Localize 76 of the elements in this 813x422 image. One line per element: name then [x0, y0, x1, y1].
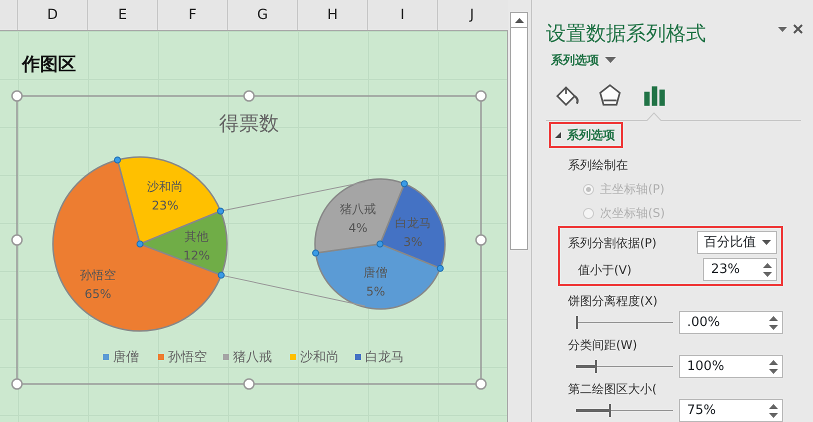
field-label: 值小于(V) [578, 262, 632, 278]
chart-title: 得票数 [219, 111, 279, 135]
scroll-up-button[interactable] [510, 12, 528, 28]
caret-icon[interactable] [762, 240, 771, 245]
column-header[interactable]: F [158, 0, 228, 30]
pie-slice[interactable] [52, 159, 222, 332]
resize-handle[interactable] [243, 378, 255, 390]
dropdown[interactable]: 百分比值 [697, 231, 777, 254]
resize-handle[interactable] [475, 378, 487, 390]
selection-point[interactable] [218, 272, 225, 279]
field-label: 系列分割依据(P) [568, 234, 657, 252]
slider-thumb[interactable] [608, 404, 611, 417]
spin-field[interactable]: 100% [679, 355, 783, 378]
selection-point[interactable] [136, 240, 144, 248]
field-value: 100% [687, 358, 724, 376]
legend-label: 唐僧 [113, 350, 139, 365]
spin-arrows-icon[interactable] [769, 316, 778, 330]
resize-handle[interactable] [11, 234, 23, 246]
spin-arrows-icon[interactable] [769, 404, 778, 418]
slider-thumb[interactable] [595, 360, 598, 373]
dropdown-value: 百分比值 [704, 234, 756, 252]
chart-area-label: 作图区 [22, 53, 76, 77]
radio-label: 次坐标轴(S) [600, 205, 665, 222]
plot-area-frame[interactable] [16, 95, 482, 385]
legend-label: 猪八戒 [233, 350, 272, 365]
resize-handle[interactable] [11, 90, 23, 102]
resize-handle[interactable] [243, 90, 255, 102]
data-label: 猪八戒 4% [340, 202, 376, 235]
caret-icon[interactable] [605, 57, 616, 63]
section-heading[interactable]: 系列选项 [567, 126, 615, 144]
resize-handle[interactable] [475, 234, 487, 246]
spin-field[interactable]: 75% [679, 399, 783, 422]
selection-point[interactable] [217, 208, 224, 215]
resize-handle[interactable] [11, 378, 23, 390]
column-header[interactable]: E [88, 0, 158, 30]
selection-point[interactable] [436, 264, 444, 272]
field-value: 75% [687, 402, 716, 420]
data-label: 其他 12% [183, 229, 210, 262]
pie-slice[interactable] [314, 178, 406, 254]
options-menu[interactable]: 系列选项 [551, 51, 599, 69]
resize-handle[interactable] [475, 90, 487, 102]
expand-triangle-icon[interactable] [555, 132, 561, 138]
field-value: 23% [711, 260, 740, 279]
pane-title: 设置数据系列格式 [546, 20, 706, 46]
spin-arrows-icon[interactable] [769, 360, 778, 374]
selection-point[interactable] [376, 240, 384, 248]
column-header[interactable]: J [438, 0, 506, 30]
scrollbar-thumb[interactable] [510, 28, 528, 250]
column-header[interactable]: D [18, 0, 88, 30]
data-label: 唐僧 5% [364, 265, 388, 298]
data-label: 沙和尚 23% [147, 179, 184, 212]
data-label: 白龙马 3% [394, 216, 431, 250]
field-value: .00% [687, 314, 720, 332]
legend-label: 孙悟空 [168, 350, 207, 365]
selection-point[interactable] [400, 180, 408, 188]
data-label: 孙悟空 65% [80, 268, 116, 301]
close-icon[interactable] [793, 24, 803, 34]
spin-arrows-icon[interactable] [763, 262, 772, 276]
field-label: 第二绘图区大小( [568, 381, 658, 398]
chart-area[interactable]: 作图区 得票数 沙和尚 23% 其他 12% 孙悟空 65% 白龙马 3% 唐僧 5% 猪八戒 4% 唐僧 孙悟空 猪八戒 沙和尚 白龙马 [0, 31, 508, 422]
column-header[interactable]: G [228, 0, 298, 30]
column-header[interactable]: H [298, 0, 368, 30]
field-label: 分类间距(W) [568, 337, 638, 354]
pane-options-icon[interactable] [778, 26, 787, 32]
legend-label: 沙和尚 [300, 350, 339, 365]
spin-field[interactable]: 23% [703, 258, 777, 281]
selection-point[interactable] [114, 156, 121, 164]
selection-point[interactable] [312, 250, 320, 257]
spin-field[interactable]: .00% [679, 311, 783, 334]
column-header[interactable]: I [368, 0, 438, 30]
field-label: 系列绘制在 [568, 157, 629, 174]
pie-slice[interactable] [116, 156, 222, 245]
field-label: 饼图分离程度(X) [568, 293, 659, 310]
radio-label: 主坐标轴(P) [600, 181, 665, 198]
legend-label: 白龙马 [365, 350, 404, 365]
up-arrow-icon [514, 18, 524, 22]
